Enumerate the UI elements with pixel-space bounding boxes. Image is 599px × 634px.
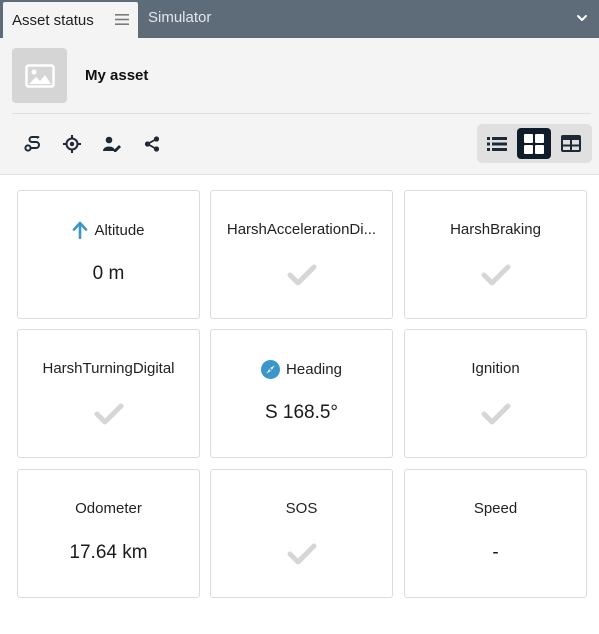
card-title-text: HarshTurningDigital	[42, 360, 175, 377]
card-title: Heading	[211, 360, 392, 379]
asset-name: My asset	[85, 67, 149, 84]
status-card-altitude[interactable]: Altitude 0 m	[17, 190, 200, 319]
card-value: S 168.5°	[264, 402, 339, 423]
check-icon	[481, 264, 510, 286]
status-card-harsh-acceleration[interactable]: HarshAccelerationDi...	[210, 190, 393, 319]
locate-button[interactable]	[62, 134, 82, 154]
status-card-sos[interactable]: SOS	[210, 469, 393, 598]
asset-avatar	[12, 48, 67, 103]
route-button[interactable]	[23, 134, 43, 154]
image-placeholder-icon	[24, 63, 55, 88]
table-view-icon	[561, 135, 581, 152]
table-view-button[interactable]	[554, 128, 588, 159]
card-title: Speed	[405, 500, 586, 517]
route-icon	[24, 136, 40, 152]
status-card-harsh-braking[interactable]: HarshBraking	[404, 190, 587, 319]
header-bottom-border	[0, 174, 599, 175]
tab-bar: Asset status Simulator	[0, 0, 599, 38]
status-card-speed[interactable]: Speed -	[404, 469, 587, 598]
card-value: 0 m	[92, 263, 125, 284]
tab-asset-status-label: Asset status	[12, 11, 94, 29]
assign-user-button[interactable]	[102, 134, 122, 154]
status-card-heading[interactable]: Heading S 168.5°	[210, 329, 393, 458]
card-title: SOS	[211, 500, 392, 517]
list-view-button[interactable]	[480, 128, 514, 159]
card-title-text: Odometer	[75, 500, 142, 517]
compass-icon	[261, 360, 281, 379]
share-button[interactable]	[142, 134, 162, 154]
card-title-text: HarshAccelerationDi...	[226, 221, 377, 238]
tiles-view-button[interactable]	[517, 128, 551, 159]
card-title: Odometer	[18, 500, 199, 517]
check-icon	[481, 403, 510, 425]
view-mode-toggle	[477, 124, 592, 163]
tab-simulator[interactable]: Simulator	[148, 9, 211, 26]
list-view-icon	[487, 136, 507, 151]
header-divider	[12, 113, 591, 114]
card-value: 17.64 km	[69, 542, 148, 563]
status-card-ignition[interactable]: Ignition	[404, 329, 587, 458]
check-icon	[287, 264, 316, 286]
card-value: -	[492, 542, 499, 563]
asset-header-panel: My asset	[0, 38, 599, 175]
card-title: HarshAccelerationDi...	[211, 221, 392, 238]
card-title: Altitude	[18, 221, 199, 239]
hamburger-menu-icon[interactable]	[115, 13, 129, 26]
tiles-view-icon	[524, 133, 544, 154]
share-icon	[144, 136, 160, 152]
card-title: HarshBraking	[405, 221, 586, 238]
chevron-down-icon[interactable]	[576, 12, 588, 24]
assign-user-icon	[103, 136, 121, 152]
check-icon	[287, 543, 316, 565]
tab-asset-status[interactable]: Asset status	[3, 2, 138, 38]
card-title-text: Heading	[286, 361, 342, 378]
card-title: Ignition	[405, 360, 586, 377]
arrow-up-icon	[73, 221, 88, 239]
card-title: HarshTurningDigital	[18, 360, 199, 377]
status-card-odometer[interactable]: Odometer 17.64 km	[17, 469, 200, 598]
check-icon	[94, 403, 123, 425]
card-title-text: Altitude	[94, 221, 145, 239]
card-title-text: Speed	[473, 500, 518, 517]
card-title-text: Ignition	[471, 360, 520, 377]
status-card-harsh-turning[interactable]: HarshTurningDigital	[17, 329, 200, 458]
locate-icon	[63, 135, 81, 153]
card-title-text: HarshBraking	[450, 221, 541, 238]
card-title-text: SOS	[285, 500, 318, 517]
